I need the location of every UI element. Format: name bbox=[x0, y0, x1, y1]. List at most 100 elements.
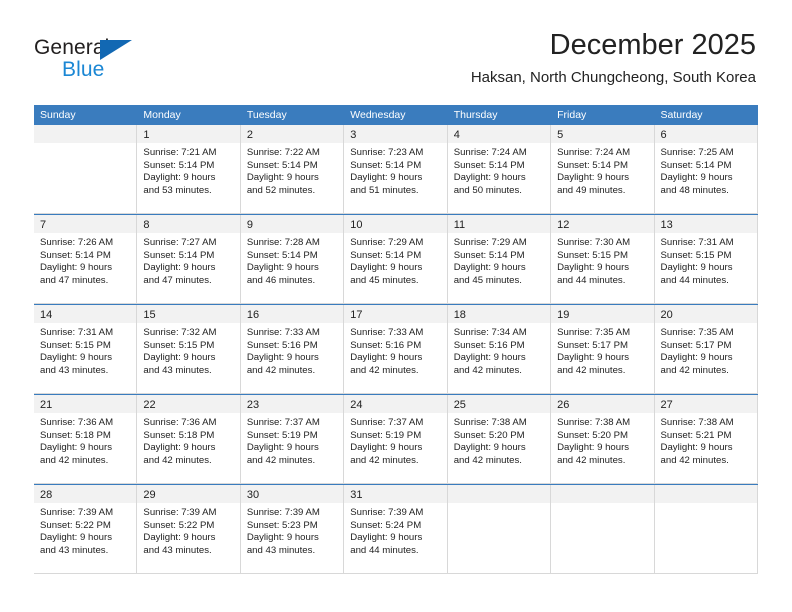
daylight-text-line2: and 52 minutes. bbox=[246, 184, 316, 196]
page-title: December 2025 bbox=[549, 29, 756, 61]
daylight-text-line2: and 43 minutes. bbox=[40, 544, 109, 556]
day-number: 16 bbox=[246, 309, 260, 321]
day-details: Sunrise: 7:38 AM Sunset: 5:21 PM Daylight:… bbox=[655, 413, 757, 467]
day-details: Sunrise: 7:28 AM Sunset: 5:14 PM Daylight:… bbox=[241, 233, 343, 287]
sunrise-text: Sunrise: 7:31 AM bbox=[40, 327, 114, 338]
calendar-day-cell[interactable]: 6 Sunrise: 7:25 AM Sunset: 5:14 PM Daylight… bbox=[654, 125, 758, 214]
sunset-text: Sunset: 5:15 PM bbox=[557, 249, 629, 261]
calendar-day-cell[interactable]: 11 Sunrise: 7:29 AM Sunset: 5:14 PM Dayligh… bbox=[447, 215, 552, 304]
day-number: 4 bbox=[453, 129, 460, 141]
calendar-day-cell[interactable]: 17 Sunrise: 7:33 AM Sunset: 5:16 PM Dayligh… bbox=[344, 305, 448, 394]
day-number-band: 11 bbox=[447, 215, 551, 233]
weekday-header-friday: Friday bbox=[557, 109, 587, 121]
calendar-day-cell[interactable]: 31 Sunrise: 7:39 AM Sunset: 5:24 PM Dayligh… bbox=[344, 485, 448, 574]
day-details: Sunrise: 7:39 AM Sunset: 5:22 PM Daylight:… bbox=[137, 503, 239, 557]
calendar-day-cell[interactable]: 20 Sunrise: 7:35 AM Sunset: 5:17 PM Dayligh… bbox=[654, 305, 758, 394]
calendar-day-cell[interactable]: 21 Sunrise: 7:36 AM Sunset: 5:18 PM Dayligh… bbox=[34, 395, 138, 484]
calendar-week-row: 1 Sunrise: 7:21 AM Sunset: 5:14 PM Daylight… bbox=[34, 125, 758, 214]
calendar-day-cell[interactable]: 18 Sunrise: 7:34 AM Sunset: 5:16 PM Dayligh… bbox=[447, 305, 552, 394]
calendar-day-cell[interactable]: 4 Sunrise: 7:24 AM Sunset: 5:14 PM Daylight… bbox=[447, 125, 552, 214]
day-number-band: 14 bbox=[34, 305, 137, 323]
sunset-text: Sunset: 5:14 PM bbox=[453, 249, 525, 261]
calendar-day-cell[interactable]: 15 Sunrise: 7:32 AM Sunset: 5:15 PM Dayligh… bbox=[137, 305, 241, 394]
sunset-text: Sunset: 5:24 PM bbox=[350, 519, 422, 531]
sunrise-text: Sunrise: 7:35 AM bbox=[660, 327, 734, 338]
day-details: Sunrise: 7:39 AM Sunset: 5:23 PM Daylight:… bbox=[241, 503, 343, 557]
day-number-band: 15 bbox=[137, 305, 240, 323]
daylight-text-line2: and 51 minutes. bbox=[350, 184, 419, 196]
calendar-day-cell[interactable]: 10 Sunrise: 7:29 AM Sunset: 5:14 PM Dayligh… bbox=[344, 215, 448, 304]
day-number-band: 29 bbox=[137, 485, 240, 503]
calendar-day-cell[interactable]: 23 Sunrise: 7:37 AM Sunset: 5:19 PM Dayligh… bbox=[240, 395, 345, 484]
day-details: Sunrise: 7:25 AM Sunset: 5:14 PM Daylight:… bbox=[655, 143, 757, 197]
calendar-day-cell[interactable]: 28 Sunrise: 7:39 AM Sunset: 5:22 PM Dayligh… bbox=[34, 485, 138, 574]
daylight-text-line2: and 44 minutes. bbox=[350, 544, 419, 556]
day-number: 21 bbox=[40, 399, 53, 411]
daylight-text-line2: and 43 minutes. bbox=[143, 544, 212, 556]
day-number: 2 bbox=[246, 129, 253, 141]
day-number: 25 bbox=[453, 399, 466, 411]
sunrise-text: Sunrise: 7:31 AM bbox=[660, 237, 734, 248]
day-details: Sunrise: 7:37 AM Sunset: 5:19 PM Daylight:… bbox=[344, 413, 446, 467]
day-details bbox=[655, 503, 757, 507]
daylight-text-line2: and 43 minutes. bbox=[40, 364, 109, 376]
daylight-text-line1: Daylight: 9 hours bbox=[246, 172, 319, 184]
calendar-day-cell[interactable]: 25 Sunrise: 7:38 AM Sunset: 5:20 PM Dayligh… bbox=[447, 395, 552, 484]
daylight-text-line1: Daylight: 9 hours bbox=[246, 532, 319, 544]
daylight-text-line2: and 44 minutes. bbox=[557, 274, 626, 286]
calendar-day-cell-empty bbox=[654, 485, 758, 574]
calendar-day-cell-empty bbox=[447, 485, 552, 574]
day-number: 5 bbox=[557, 129, 564, 141]
day-number-band: 4 bbox=[447, 125, 551, 143]
sunset-text: Sunset: 5:22 PM bbox=[143, 519, 215, 531]
daylight-text-line1: Daylight: 9 hours bbox=[660, 442, 733, 454]
calendar-day-cell[interactable]: 5 Sunrise: 7:24 AM Sunset: 5:14 PM Daylight… bbox=[551, 125, 655, 214]
calendar-day-cell[interactable]: 8 Sunrise: 7:27 AM Sunset: 5:14 PM Daylight… bbox=[137, 215, 241, 304]
day-details: Sunrise: 7:32 AM Sunset: 5:15 PM Daylight:… bbox=[137, 323, 239, 377]
calendar-day-cell[interactable]: 7 Sunrise: 7:26 AM Sunset: 5:14 PM Daylight… bbox=[34, 215, 138, 304]
day-details: Sunrise: 7:22 AM Sunset: 5:14 PM Daylight:… bbox=[241, 143, 343, 197]
day-number-band: 25 bbox=[447, 395, 551, 413]
sunset-text: Sunset: 5:17 PM bbox=[557, 339, 629, 351]
calendar-day-cell[interactable]: 9 Sunrise: 7:28 AM Sunset: 5:14 PM Daylight… bbox=[240, 215, 345, 304]
daylight-text-line2: and 50 minutes. bbox=[453, 184, 522, 196]
calendar-day-cell[interactable]: 16 Sunrise: 7:33 AM Sunset: 5:16 PM Dayligh… bbox=[240, 305, 345, 394]
calendar-day-cell[interactable]: 30 Sunrise: 7:39 AM Sunset: 5:23 PM Dayligh… bbox=[240, 485, 345, 574]
day-details: Sunrise: 7:39 AM Sunset: 5:22 PM Daylight:… bbox=[34, 503, 136, 557]
sunrise-text: Sunrise: 7:29 AM bbox=[350, 237, 424, 248]
calendar-day-cell[interactable]: 26 Sunrise: 7:38 AM Sunset: 5:20 PM Dayligh… bbox=[551, 395, 655, 484]
day-details: Sunrise: 7:38 AM Sunset: 5:20 PM Daylight:… bbox=[551, 413, 653, 467]
calendar-day-cell[interactable]: 14 Sunrise: 7:31 AM Sunset: 5:15 PM Dayligh… bbox=[34, 305, 138, 394]
calendar-weeks: 1 Sunrise: 7:21 AM Sunset: 5:14 PM Daylight… bbox=[34, 125, 758, 574]
general-blue-logo: General Blue bbox=[34, 36, 164, 82]
day-number-band: 13 bbox=[654, 215, 757, 233]
page-header: General Blue December 2025 Haksan, North… bbox=[0, 0, 792, 104]
day-details: Sunrise: 7:31 AM Sunset: 5:15 PM Daylight:… bbox=[655, 233, 757, 287]
calendar-day-cell[interactable]: 1 Sunrise: 7:21 AM Sunset: 5:14 PM Daylight… bbox=[137, 125, 241, 214]
day-number: 24 bbox=[350, 399, 363, 411]
calendar-day-cell[interactable]: 19 Sunrise: 7:35 AM Sunset: 5:17 PM Dayligh… bbox=[551, 305, 655, 394]
sunrise-text: Sunrise: 7:28 AM bbox=[246, 237, 320, 248]
calendar-day-cell[interactable]: 29 Sunrise: 7:39 AM Sunset: 5:22 PM Dayligh… bbox=[137, 485, 241, 574]
day-details: Sunrise: 7:24 AM Sunset: 5:14 PM Daylight:… bbox=[551, 143, 653, 197]
day-details: Sunrise: 7:24 AM Sunset: 5:14 PM Daylight:… bbox=[448, 143, 550, 197]
daylight-text-line2: and 42 minutes. bbox=[660, 454, 729, 466]
sunrise-text: Sunrise: 7:33 AM bbox=[350, 327, 424, 338]
daylight-text-line1: Daylight: 9 hours bbox=[453, 172, 526, 184]
calendar-day-cell[interactable]: 27 Sunrise: 7:38 AM Sunset: 5:21 PM Dayligh… bbox=[654, 395, 758, 484]
sunrise-text: Sunrise: 7:36 AM bbox=[143, 417, 217, 428]
sunset-text: Sunset: 5:14 PM bbox=[660, 159, 732, 171]
day-number-band: 28 bbox=[34, 485, 137, 503]
day-number-band: 12 bbox=[551, 215, 654, 233]
calendar-day-cell[interactable]: 13 Sunrise: 7:31 AM Sunset: 5:15 PM Dayligh… bbox=[654, 215, 758, 304]
day-number: 11 bbox=[453, 219, 466, 231]
calendar-day-cell[interactable]: 22 Sunrise: 7:36 AM Sunset: 5:18 PM Dayligh… bbox=[137, 395, 241, 484]
calendar-day-cell[interactable]: 2 Sunrise: 7:22 AM Sunset: 5:14 PM Daylight… bbox=[240, 125, 345, 214]
daylight-text-line2: and 42 minutes. bbox=[557, 454, 626, 466]
day-number-band: 30 bbox=[240, 485, 344, 503]
calendar-day-cell[interactable]: 24 Sunrise: 7:37 AM Sunset: 5:19 PM Dayligh… bbox=[344, 395, 448, 484]
sunrise-text: Sunrise: 7:24 AM bbox=[557, 147, 631, 158]
calendar-day-cell[interactable]: 3 Sunrise: 7:23 AM Sunset: 5:14 PM Daylight… bbox=[344, 125, 448, 214]
calendar-day-cell[interactable]: 12 Sunrise: 7:30 AM Sunset: 5:15 PM Dayligh… bbox=[551, 215, 655, 304]
day-number-band: 3 bbox=[344, 125, 447, 143]
